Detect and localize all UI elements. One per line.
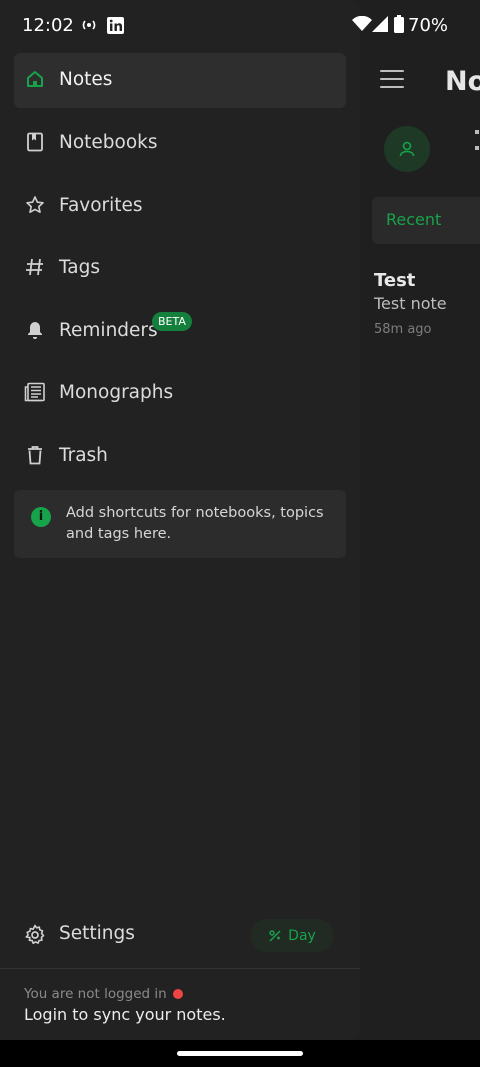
nav-item-monographs[interactable]: Monographs (14, 366, 346, 421)
battery-icon (394, 15, 404, 37)
trash-icon (24, 444, 46, 466)
battery-percent: 70% (408, 15, 449, 36)
status-bar: 12:02 70% (0, 0, 480, 52)
cast-icon (80, 17, 98, 37)
nav-item-reminders[interactable]: Reminders BETA (14, 304, 346, 359)
divider (0, 968, 360, 969)
theme-icon (269, 929, 281, 942)
star-icon (24, 194, 46, 216)
nav-item-tags[interactable]: Tags (14, 241, 346, 296)
user-icon (399, 141, 415, 157)
nav-label: Notebooks (59, 132, 158, 153)
nav-item-favorites[interactable]: Favorites (14, 179, 346, 234)
nav-label: Favorites (59, 195, 143, 216)
info-icon: i (31, 507, 51, 527)
theme-toggle-button[interactable]: Day (250, 919, 334, 952)
shortcut-hint-text: Add shortcuts for notebooks, topics and … (66, 505, 324, 542)
home-gesture-handle[interactable] (177, 1051, 303, 1056)
wifi-icon (352, 15, 372, 36)
user-avatar[interactable] (384, 126, 430, 172)
note-title[interactable]: Test (374, 270, 415, 291)
nav-item-notes[interactable]: Notes (14, 53, 346, 108)
nav-item-notebooks[interactable]: Notebooks (14, 116, 346, 171)
note-time: 58m ago (374, 322, 432, 337)
nav-label: Notes (59, 69, 113, 90)
nav-label: Monographs (59, 382, 174, 403)
tab-recent-label: Recent (386, 210, 442, 229)
screen: 12:02 70% No Recent Test Test note 58m a… (0, 0, 480, 1067)
gesture-bar (0, 1040, 480, 1067)
status-time: 12:02 (22, 15, 74, 36)
main-panel: No Recent Test Test note 58m ago (360, 0, 480, 1040)
login-link[interactable]: Login to sync your notes. (24, 1005, 226, 1024)
settings-label: Settings (59, 923, 135, 944)
newspaper-icon (24, 381, 46, 403)
shortcut-hint-box: i Add shortcuts for notebooks, topics an… (14, 490, 346, 558)
theme-toggle-label: Day (288, 927, 316, 944)
login-status: You are not logged in (24, 986, 183, 1002)
nav-label: Reminders (59, 320, 158, 341)
signal-icon (372, 16, 388, 36)
gear-icon (24, 924, 46, 950)
note-body: Test note (374, 294, 447, 313)
hash-icon (24, 256, 46, 278)
home-icon (24, 68, 46, 90)
more-icon[interactable] (475, 130, 480, 160)
beta-badge: BETA (152, 312, 192, 331)
nav-label: Tags (59, 257, 100, 278)
nav-label: Trash (59, 445, 108, 466)
login-status-text: You are not logged in (24, 986, 167, 1002)
alert-dot (172, 989, 183, 999)
nav-item-trash[interactable]: Trash (14, 429, 346, 484)
page-title: No (445, 66, 480, 97)
menu-icon[interactable] (380, 70, 404, 90)
navigation-drawer: Notes Notebooks Favorites Tags Reminders (0, 0, 360, 1040)
bell-icon (24, 319, 46, 341)
settings-item[interactable]: Settings Day (14, 910, 346, 960)
linkedin-icon (107, 17, 124, 38)
book-icon (24, 131, 46, 153)
tab-recent[interactable]: Recent (372, 197, 480, 244)
